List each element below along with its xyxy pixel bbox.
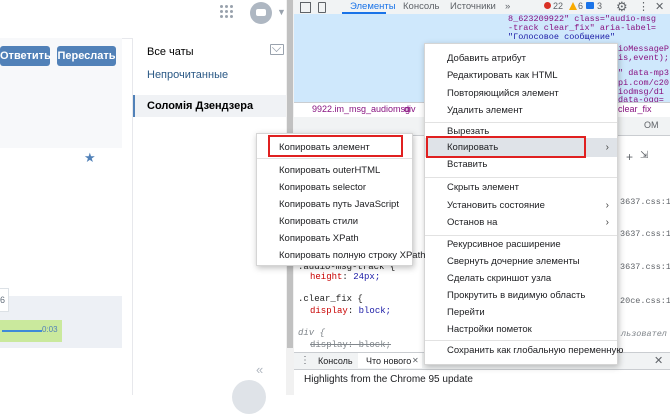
menu-item-break-on[interactable]: Останов на › xyxy=(425,213,617,232)
sidebar-item-all-chats[interactable]: Все чаты xyxy=(147,46,194,58)
css-source-link[interactable]: 3637.css:1 xyxy=(620,197,670,207)
menu-item-hide-element[interactable]: Скрыть элемент xyxy=(425,178,617,197)
css-declaration[interactable]: display: block; xyxy=(310,306,391,316)
message-count[interactable]: 3 xyxy=(597,1,602,11)
vk-header xyxy=(0,0,290,39)
warning-count[interactable]: 6 xyxy=(578,1,583,11)
highlight-box-copy xyxy=(426,136,586,158)
close-icon[interactable]: ✕ xyxy=(655,0,664,13)
collapse-chevron-icon[interactable]: « xyxy=(256,362,263,377)
message-icon[interactable] xyxy=(586,2,594,9)
css-declaration-overridden[interactable]: display: block; xyxy=(310,340,391,350)
css-source-link[interactable]: 20ce.css:1 xyxy=(620,296,670,306)
audio-waveform[interactable] xyxy=(2,330,42,332)
reply-button[interactable]: Ответить xyxy=(0,46,51,66)
toggle-element-state-icon[interactable]: ⇲ xyxy=(640,150,648,161)
breadcrumb-item[interactable]: div xyxy=(404,104,416,114)
drawer-tab-close-icon[interactable]: ✕ xyxy=(412,356,419,365)
css-selector[interactable]: div { xyxy=(298,328,325,338)
css-declaration[interactable]: height: 24px; xyxy=(310,272,380,282)
highlight-box-copy-element xyxy=(268,135,403,157)
forward-button[interactable]: Переслать xyxy=(57,46,116,66)
error-count[interactable]: 22 xyxy=(553,1,563,11)
device-toolbar-icon[interactable] xyxy=(318,2,326,13)
menu-item-edit-as-html[interactable]: Редактировать как HTML xyxy=(425,66,617,85)
whats-new-headline: Highlights from the Chrome 95 update xyxy=(304,374,473,385)
camera-avatar-icon[interactable] xyxy=(250,2,272,24)
submenu-arrow-icon: › xyxy=(605,217,609,228)
breadcrumb-item[interactable]: 9922.im_msg_audiomsg xyxy=(312,104,410,114)
css-source-link[interactable]: 3637.css:1 xyxy=(620,262,670,272)
element-picker-icon[interactable] xyxy=(300,2,311,13)
star-icon[interactable]: ★ xyxy=(84,150,96,166)
breadcrumb-item[interactable]: clear_fix xyxy=(618,104,652,114)
menu-item-break-on-label: Останов на xyxy=(447,217,498,228)
css-prop[interactable]: display xyxy=(310,306,348,316)
css-prop[interactable]: height xyxy=(310,272,342,282)
apps-grid-icon[interactable] xyxy=(220,5,234,19)
css-source-link[interactable]: 3637.css:1 xyxy=(620,229,670,239)
more-options-icon[interactable]: ⋮ xyxy=(638,0,649,13)
menu-item-force-state-label: Установить состояние xyxy=(447,200,545,211)
tabs-overflow-button[interactable]: » xyxy=(505,0,510,14)
context-menu-main: Добавить атрибут Редактировать как HTML … xyxy=(424,43,623,365)
css-val[interactable]: block; xyxy=(359,306,391,316)
warning-icon[interactable] xyxy=(569,2,577,10)
menu-separator xyxy=(257,158,412,159)
tab-sources[interactable]: Источники xyxy=(450,0,496,14)
tab-console[interactable]: Консоль xyxy=(403,0,440,14)
close-drawer-icon[interactable]: ✕ xyxy=(654,354,663,367)
user-agent-stylesheet-label: льзовател xyxy=(621,329,667,339)
gear-icon[interactable]: ⚙ xyxy=(616,0,628,15)
sidebar-item-chat-name[interactable]: Соломія Дзендзера xyxy=(147,100,253,112)
menu-item-badge-settings[interactable]: Настройки пометок xyxy=(425,320,617,339)
error-icon[interactable] xyxy=(544,2,551,9)
menu-item-store-global-variable[interactable]: Сохранить как глобальную переменную xyxy=(425,341,623,360)
menu-item-copy-full-xpath[interactable]: Копировать полную строку XPath xyxy=(257,246,426,265)
avatar[interactable] xyxy=(232,380,266,414)
menu-item-delete-element[interactable]: Удалить элемент xyxy=(425,101,617,120)
tab-dom-fragment[interactable]: OM xyxy=(644,120,659,130)
chevron-down-icon[interactable]: ▼ xyxy=(277,7,286,17)
sidebar-item-unread[interactable]: Непрочитанные xyxy=(147,69,228,81)
dom-line[interactable]: is,event); xyxy=(618,53,669,63)
css-selector[interactable]: .clear_fix { xyxy=(298,294,363,304)
drawer-tab-console[interactable]: Консоль xyxy=(318,356,353,366)
mail-icon[interactable] xyxy=(270,44,284,55)
date-fragment: 6 xyxy=(0,288,9,312)
dom-line[interactable]: " data-mp3 xyxy=(618,68,669,78)
dom-line[interactable]: "Голосовое сообщение" xyxy=(508,32,615,42)
drawer-menu-icon[interactable]: ⋮ xyxy=(300,355,310,366)
add-rule-icon[interactable]: + xyxy=(626,150,633,164)
audio-duration: 0:03 xyxy=(42,325,58,334)
drawer-tab-whats-new[interactable]: Что нового xyxy=(366,356,411,366)
css-val[interactable]: 24px; xyxy=(353,272,380,282)
